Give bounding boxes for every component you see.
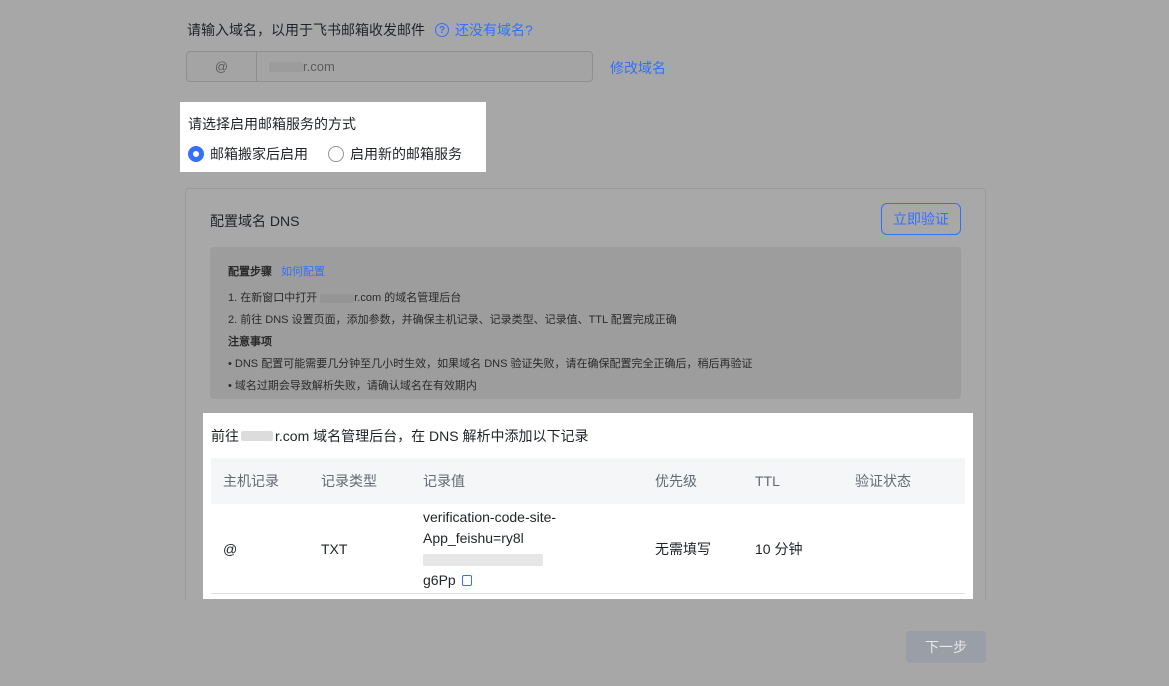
records-intro-prefix: 前往 [211, 428, 239, 444]
redacted-text [269, 61, 303, 72]
config-steps-box: 配置步骤 如何配置 1. 在新窗口中打开 r.com 的域名管理后台 2. 前往… [210, 247, 961, 399]
radio-migrate[interactable] [188, 146, 204, 162]
value-line-2-text: App_feishu=ry8l [423, 529, 524, 546]
copy-icon[interactable] [461, 574, 472, 586]
domain-field-label: 请输入域名，以用于飞书邮箱收发邮件 ? 还没有域名? [187, 20, 533, 40]
value-line-2: App_feishu=ry8l [423, 528, 643, 570]
records-table-header: 主机记录 记录类型 记录值 优先级 TTL 验证状态 [211, 458, 965, 504]
cell-priority: 无需填写 [655, 540, 711, 557]
page-background: 请输入域名，以用于飞书邮箱收发邮件 ? 还没有域名? @ r.com 修改域名 … [0, 0, 1169, 686]
radio-migrate-label[interactable]: 邮箱搬家后启用 [210, 144, 308, 164]
cell-host: @ [223, 540, 238, 557]
how-to-config-link[interactable]: 如何配置 [281, 266, 325, 278]
domain-value: r.com [257, 59, 335, 74]
domain-prefix: @ [187, 52, 257, 81]
verify-now-button[interactable]: 立即验证 [881, 203, 961, 235]
method-selection-card: 请选择启用邮箱服务的方式 邮箱搬家后启用 启用新的邮箱服务 [180, 102, 486, 172]
redacted-text [320, 293, 355, 303]
method-radio-group: 邮箱搬家后启用 启用新的邮箱服务 [188, 144, 478, 164]
radio-new-service[interactable] [328, 146, 344, 162]
cell-ttl: 10 分钟 [755, 540, 803, 557]
col-value: 记录值 [423, 472, 465, 489]
domain-input[interactable]: @ r.com [186, 51, 593, 82]
records-intro-suffix: r.com 域名管理后台，在 DNS 解析中添加以下记录 [275, 428, 589, 444]
note-1: • DNS 配置可能需要几分钟至几小时生效，如果域名 DNS 验证失败，请在确保… [228, 358, 753, 370]
dns-title: 配置域名 DNS [210, 213, 300, 229]
cell-value: verification-code-site- App_feishu=ry8l … [411, 507, 643, 591]
steps-heading: 配置步骤 如何配置 [228, 263, 943, 279]
steps-heading-text: 配置步骤 [228, 266, 272, 278]
note-2: • 域名过期会导致解析失败，请确认域名在有效期内 [228, 380, 477, 392]
col-priority: 优先级 [655, 473, 697, 489]
redacted-text [423, 553, 543, 566]
domain-label-text: 请输入域名，以用于飞书邮箱收发邮件 [187, 22, 425, 38]
value-line-3: g6Pp [423, 570, 643, 591]
redacted-text [241, 431, 273, 441]
cell-type: TXT [321, 540, 348, 557]
step-1: 1. 在新窗口中打开 r.com 的域名管理后台 [228, 289, 943, 305]
col-host: 主机记录 [223, 473, 279, 489]
records-intro: 前往 r.com 域名管理后台，在 DNS 解析中添加以下记录 [211, 413, 965, 446]
domain-suffix: r.com [303, 59, 335, 74]
no-domain-link[interactable]: 还没有域名? [455, 20, 533, 40]
radio-new-service-label[interactable]: 启用新的邮箱服务 [350, 144, 462, 164]
step-2: 2. 前往 DNS 设置页面，添加参数，并确保主机记录、记录类型、记录值、TTL… [228, 314, 677, 326]
next-step-button[interactable]: 下一步 [906, 631, 986, 663]
col-ttl: TTL [755, 473, 780, 489]
step-1-prefix: 1. 在新窗口中打开 [228, 292, 318, 304]
table-row: @ TXT verification-code-site- App_feishu… [211, 504, 965, 594]
modify-domain-link[interactable]: 修改域名 [610, 58, 666, 78]
notes-heading: 注意事项 [228, 336, 272, 348]
col-type: 记录类型 [321, 473, 377, 489]
method-title: 请选择启用邮箱服务的方式 [188, 116, 356, 132]
question-circle-icon[interactable]: ? [435, 23, 449, 37]
col-status: 验证状态 [855, 473, 911, 489]
value-line-3-text: g6Pp [423, 571, 456, 588]
value-line-1: verification-code-site- [423, 508, 557, 525]
step-1-suffix: r.com 的域名管理后台 [354, 292, 462, 304]
dns-records-card: 前往 r.com 域名管理后台，在 DNS 解析中添加以下记录 主机记录 记录类… [203, 413, 973, 599]
